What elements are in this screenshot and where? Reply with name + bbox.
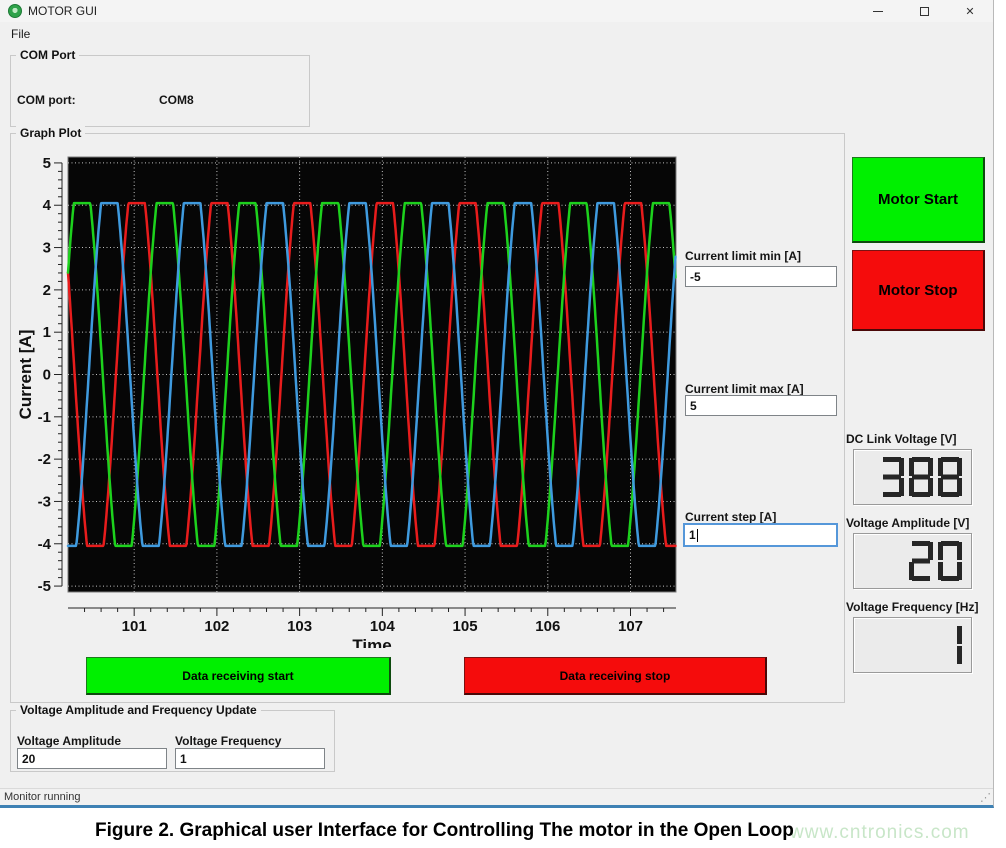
svg-text:-5: -5 [38, 578, 51, 595]
current-limit-max-input[interactable]: 5 [685, 395, 837, 416]
voltage-frequency-label: Voltage Frequency [175, 734, 281, 748]
current-step-input[interactable]: 1 [683, 523, 838, 547]
dc-link-voltage-label: DC Link Voltage [V] [846, 432, 956, 446]
svg-text:104: 104 [370, 618, 396, 635]
voltage-amplitude-label: Voltage Amplitude [17, 734, 121, 748]
svg-text:-1: -1 [38, 409, 51, 426]
motor-stop-button[interactable]: Motor Stop [852, 250, 985, 331]
com-port-value: COM8 [159, 93, 194, 107]
y-axis-label: Current [A] [16, 330, 35, 420]
app-icon [8, 4, 22, 18]
menu-file[interactable]: File [8, 27, 33, 41]
voltage-amplitude-display [853, 533, 972, 589]
dc-link-voltage-display [853, 449, 972, 505]
graph-plot-group: Graph Plot -5-4-3-2-10123451011021031041… [10, 133, 845, 703]
svg-text:-2: -2 [38, 451, 51, 468]
data-receiving-stop-button[interactable]: Data receiving stop [464, 657, 767, 695]
resize-grip-icon[interactable]: ⋰ [980, 791, 991, 804]
svg-text:103: 103 [287, 618, 312, 635]
current-limit-max-label: Current limit max [A] [685, 382, 804, 396]
window-controls: ✕ [855, 0, 993, 22]
svg-text:107: 107 [618, 618, 643, 635]
svg-text:-3: -3 [38, 493, 51, 510]
voltage-frequency-display [853, 617, 972, 673]
status-text: Monitor running [4, 791, 80, 803]
voltage-update-group: Voltage Amplitude and Frequency Update V… [10, 710, 335, 772]
svg-text:2: 2 [43, 282, 51, 299]
data-receiving-start-button[interactable]: Data receiving start [86, 657, 391, 695]
motor-gui-window: MOTOR GUI ✕ File COM Port COM port: COM8… [0, 0, 994, 808]
voltage-update-group-title: Voltage Amplitude and Frequency Update [16, 703, 261, 717]
com-port-label: COM port: [17, 93, 76, 107]
svg-text:105: 105 [453, 618, 478, 635]
voltage-amplitude-input[interactable]: 20 [17, 748, 167, 769]
minimize-button[interactable] [855, 0, 901, 22]
voltage-frequency-display-label: Voltage Frequency [Hz] [846, 600, 978, 614]
current-limit-min-label: Current limit min [A] [685, 249, 801, 263]
seven-segment-digits [938, 625, 962, 665]
svg-text:3: 3 [43, 240, 51, 257]
svg-text:102: 102 [204, 618, 229, 635]
voltage-frequency-input[interactable]: 1 [175, 748, 325, 769]
figure-caption: Figure 2. Graphical user Interface for C… [95, 820, 794, 842]
statusbar: Monitor running ⋰ [0, 788, 993, 805]
maximize-icon [920, 7, 929, 16]
svg-text:106: 106 [535, 618, 560, 635]
motor-start-button[interactable]: Motor Start [852, 157, 985, 243]
text-caret [697, 529, 698, 542]
maximize-button[interactable] [901, 0, 947, 22]
svg-text:1: 1 [43, 324, 51, 341]
svg-text:5: 5 [43, 155, 51, 172]
close-button[interactable]: ✕ [947, 0, 993, 22]
x-axis-label: Time [352, 636, 391, 648]
seven-segment-digits [909, 541, 962, 581]
minimize-icon [873, 11, 883, 12]
current-step-label: Current step [A] [685, 510, 776, 524]
com-port-group-title: COM Port [16, 48, 79, 62]
window-title: MOTOR GUI [28, 4, 97, 18]
svg-text:101: 101 [122, 618, 147, 635]
graph-plot-svg: -5 -4 -3 -2 -1 0 1 2 3 4 5 101 102 103 104 105 106 107 Tim… [11, 146, 711, 648]
voltage-amplitude-display-label: Voltage Amplitude [V] [846, 516, 969, 530]
svg-text:-4: -4 [38, 536, 52, 553]
svg-text:0: 0 [43, 367, 51, 384]
watermark-text: www.cntronics.com [790, 822, 970, 844]
titlebar[interactable]: MOTOR GUI ✕ [0, 0, 993, 22]
svg-text:4: 4 [43, 197, 52, 214]
graph-plot-group-title: Graph Plot [16, 126, 85, 140]
menubar: File [0, 22, 993, 46]
com-port-group: COM Port COM port: COM8 [10, 55, 310, 127]
seven-segment-digits [880, 457, 962, 497]
current-limit-min-input[interactable]: -5 [685, 266, 837, 287]
close-icon: ✕ [965, 5, 974, 18]
